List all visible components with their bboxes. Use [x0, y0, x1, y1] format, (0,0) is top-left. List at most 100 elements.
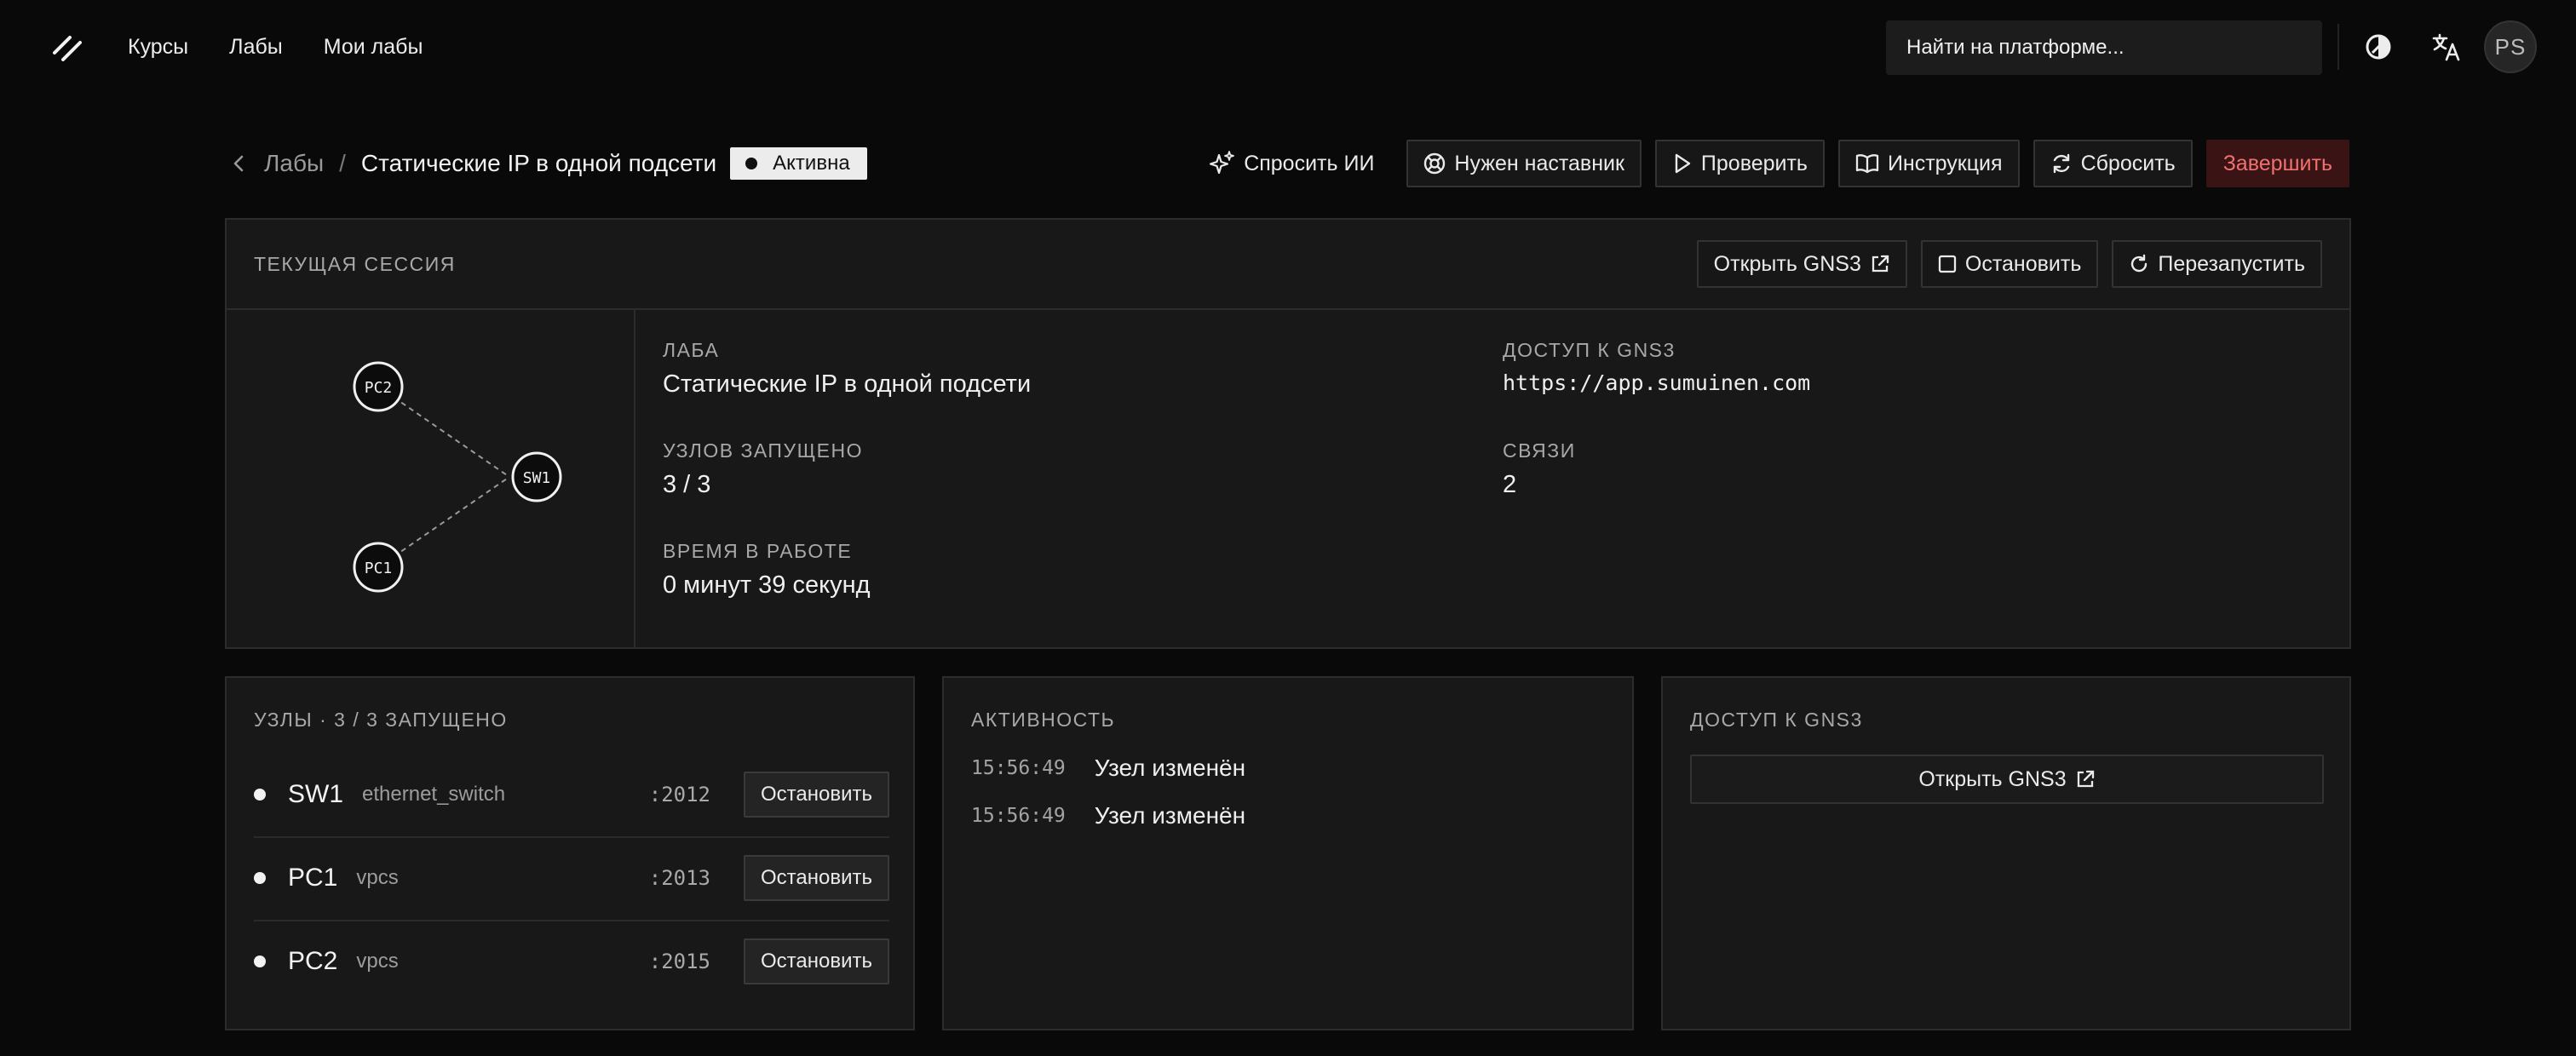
finish-button[interactable]: Завершить	[2205, 140, 2349, 187]
external-link-icon	[1872, 255, 1889, 273]
play-icon	[1675, 153, 1691, 174]
topology-map: PC2 SW1 PC1	[227, 310, 635, 649]
activity-message: Узел изменён	[1094, 755, 1246, 781]
check-label: Проверить	[1700, 151, 1808, 175]
search-placeholder: Найти на платформе...	[1906, 36, 2125, 59]
activity-message: Узел изменён	[1094, 802, 1246, 829]
node-status-dot-icon	[254, 872, 266, 884]
mentor-label: Нужен наставник	[1454, 151, 1624, 175]
session-actions: Открыть GNS3 Остановить Перезапустить	[1696, 240, 2322, 288]
book-icon	[1855, 154, 1879, 174]
external-link-icon	[2077, 770, 2094, 788]
open-gns3-wide-label: Открыть GNS3	[1918, 766, 2067, 791]
node-port: :2015	[648, 950, 710, 973]
list-item: PC2 vpcs :2015 Остановить	[254, 920, 889, 1003]
topology-node-pc2[interactable]: PC2	[353, 361, 404, 412]
topology-node-label: PC2	[365, 379, 393, 397]
nodes-running-label: УЗЛОВ ЗАПУЩЕНО	[663, 439, 863, 462]
stop-session-label: Остановить	[1964, 251, 2082, 276]
nav-divider	[2337, 24, 2339, 70]
stop-node-button[interactable]: Остановить	[744, 938, 889, 984]
restart-icon	[2131, 254, 2148, 273]
page-title: Статические IP в одной подсети	[360, 150, 717, 176]
links-label: СВЯЗИ	[1503, 439, 1576, 462]
topology-node-label: PC1	[365, 560, 393, 577]
node-status-dot-icon	[254, 956, 266, 967]
language-button[interactable]	[2428, 28, 2465, 66]
nodes-running-field: УЗЛОВ ЗАПУЩЕНО 3 / 3	[663, 439, 1429, 499]
finish-label: Завершить	[2222, 151, 2332, 175]
node-port: :2012	[648, 783, 710, 806]
translate-icon	[2432, 33, 2460, 61]
nav-link-labs[interactable]: Лабы	[229, 32, 283, 61]
avatar-initials: PS	[2494, 33, 2527, 60]
instructions-label: Инструкция	[1887, 151, 2003, 175]
stop-square-icon	[1938, 255, 1957, 273]
breadcrumb-separator: /	[339, 150, 346, 176]
lab-value: Статические IP в одной подсети	[663, 370, 1032, 398]
topology-diagram: PC2 SW1 PC1	[353, 361, 562, 593]
reset-button[interactable]: Сбросить	[2033, 140, 2193, 187]
activity-panel-title: АКТИВНОСТЬ	[971, 709, 1116, 731]
session-label: ТЕКУЩАЯ СЕССИЯ	[254, 253, 456, 275]
gns3-access-url[interactable]: https://app.sumuinen.com	[1503, 370, 2269, 395]
restart-session-button[interactable]: Перезапустить	[2112, 240, 2322, 288]
node-type: vpcs	[356, 950, 399, 973]
instructions-button[interactable]: Инструкция	[1837, 140, 2020, 187]
open-gns3-label: Открыть GNS3	[1713, 251, 1861, 276]
stop-session-button[interactable]: Остановить	[1920, 240, 2099, 288]
node-port: :2013	[648, 866, 710, 890]
list-item: PC1 vpcs :2013 Остановить	[254, 836, 889, 920]
uptime-value: 0 минут 39 секунд	[663, 571, 871, 599]
breadcrumb-labs-link[interactable]: Лабы	[264, 150, 324, 177]
topology-node-pc1[interactable]: PC1	[353, 542, 404, 593]
theme-toggle-icon	[2366, 34, 2391, 60]
topology-node-label: SW1	[523, 469, 551, 487]
stop-node-button[interactable]: Остановить	[744, 855, 889, 901]
status-text: Активна	[773, 152, 850, 175]
chevron-left-icon[interactable]	[230, 154, 249, 173]
ask-ai-label: Спросить ИИ	[1244, 151, 1375, 175]
mentor-button[interactable]: Нужен наставник	[1406, 140, 1642, 187]
status-badge: Активна	[730, 147, 867, 180]
list-item: SW1 ethernet_switch :2012 Остановить	[254, 753, 889, 836]
uptime-field: ВРЕМЯ В РАБОТЕ 0 минут 39 секунд	[663, 540, 1429, 600]
uptime-label: ВРЕМЯ В РАБОТЕ	[663, 540, 853, 562]
nav-link-my-labs[interactable]: Мои лабы	[324, 32, 423, 61]
ask-ai-button[interactable]: Спросить ИИ	[1198, 140, 1393, 187]
stop-node-label: Остановить	[761, 783, 872, 806]
lab-field: ЛАБА Статические IP в одной подсети	[663, 339, 1429, 399]
avatar[interactable]: PS	[2484, 20, 2537, 73]
open-gns3-wide-button[interactable]: Открыть GNS3	[1690, 755, 2324, 804]
node-name: PC2	[288, 947, 338, 975]
open-gns3-button[interactable]: Открыть GNS3	[1696, 240, 1907, 288]
top-navigation: Курсы Лабы Мои лабы Найти на платформе..…	[0, 0, 2576, 94]
nodes-panel-title: УЗЛЫ · 3 / 3 ЗАПУЩЕНО	[254, 709, 508, 731]
gns3-panel-title: ДОСТУП К GNS3	[1690, 709, 1863, 731]
gns3-access-field: ДОСТУП К GNS3 https://app.sumuinen.com	[1503, 339, 2269, 395]
search-input[interactable]: Найти на платформе...	[1886, 20, 2322, 75]
topology-node-sw1[interactable]: SW1	[511, 451, 562, 502]
stop-node-button[interactable]: Остановить	[744, 772, 889, 818]
lifebuoy-icon	[1424, 152, 1446, 175]
status-dot-icon	[745, 158, 758, 169]
links-field: СВЯЗИ 2	[1503, 439, 2269, 499]
nodes-panel: УЗЛЫ · 3 / 3 ЗАПУЩЕНО SW1 ethernet_switc…	[225, 676, 915, 1030]
node-status-dot-icon	[254, 789, 266, 801]
lab-label: ЛАБА	[663, 339, 720, 361]
gns3-access-label: ДОСТУП К GNS3	[1503, 339, 1676, 361]
main-nav: Курсы Лабы Мои лабы	[128, 32, 423, 61]
theme-toggle-button[interactable]	[2360, 28, 2397, 66]
header-actions: Спросить ИИ Нужен наставник Проверить Ин…	[1198, 140, 2349, 187]
current-session-panel: ТЕКУЩАЯ СЕССИЯ Открыть GNS3 Остановить П…	[225, 218, 2351, 649]
refresh-icon	[2053, 153, 2069, 174]
links-value: 2	[1503, 471, 1517, 498]
check-button[interactable]: Проверить	[1654, 140, 1825, 187]
nav-link-courses[interactable]: Курсы	[128, 32, 188, 61]
activity-item: 15:56:49 Узел изменён	[971, 755, 1245, 782]
logo-icon[interactable]	[53, 34, 82, 63]
node-type: ethernet_switch	[362, 783, 506, 806]
nodes-running-value: 3 / 3	[663, 471, 711, 498]
sparkles-icon	[1210, 151, 1235, 175]
activity-time: 15:56:49	[971, 805, 1066, 827]
